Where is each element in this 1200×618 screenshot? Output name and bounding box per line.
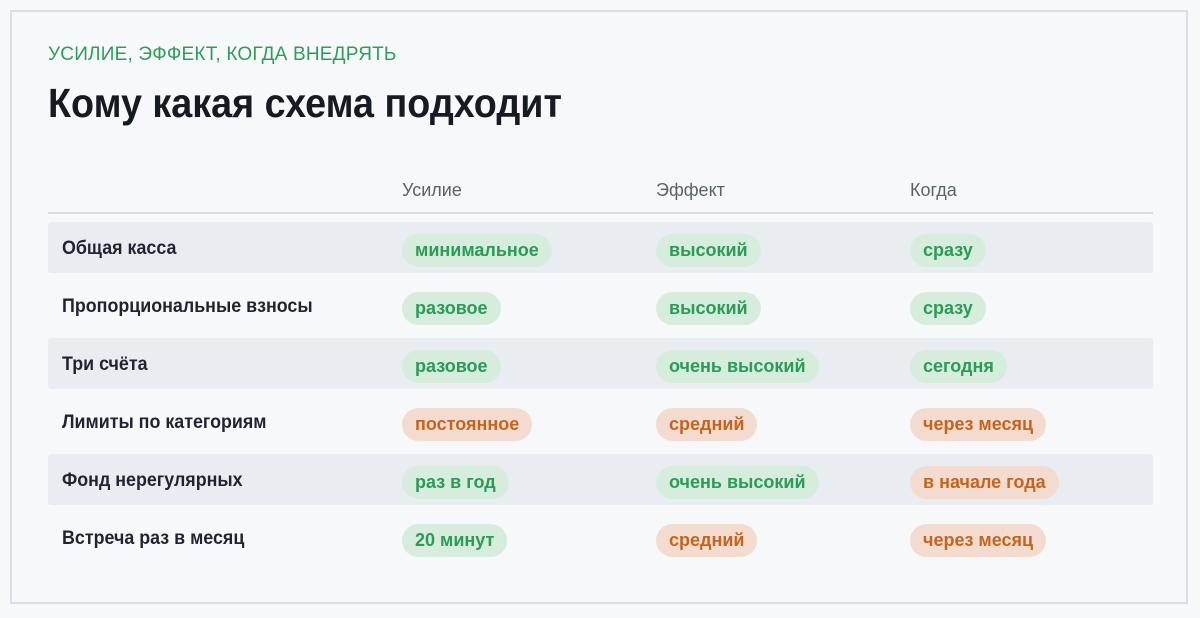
when-badge: через месяц — [910, 524, 1047, 557]
table-row: Лимиты по категориям постоянное средний … — [48, 396, 1153, 447]
table-row: Встреча раз в месяц 20 минут средний чер… — [48, 512, 1153, 563]
effort-badge: постоянное — [402, 408, 533, 441]
when-badge: сегодня — [910, 350, 1007, 383]
effort-badge: разовое — [402, 292, 501, 325]
effort-badge: минимальное — [402, 234, 552, 267]
table-row: Пропорциональные взносы разовое высокий … — [48, 280, 1153, 331]
effect-badge: средний — [656, 408, 758, 441]
row-label: Общая касса — [62, 238, 177, 259]
eyebrow-label: УСИЛИЕ, ЭФФЕКТ, КОГДА ВНЕДРЯТЬ — [48, 44, 397, 65]
page-title: Кому какая схема подходит — [48, 80, 562, 126]
effect-badge: средний — [656, 524, 758, 557]
when-badge: сразу — [910, 234, 986, 267]
effect-badge: высокий — [656, 234, 761, 267]
column-header-when: Когда — [910, 180, 957, 200]
row-label: Три счёта — [62, 354, 148, 375]
row-label: Пропорциональные взносы — [62, 296, 313, 317]
column-header-effect: Эффект — [656, 180, 725, 200]
effort-badge: разовое — [402, 350, 501, 383]
effort-badge: раз в год — [402, 466, 509, 499]
when-badge: через месяц — [910, 408, 1047, 441]
effort-badge: 20 минут — [402, 524, 508, 557]
table-row: Общая касса минимальное высокий сразу — [48, 222, 1153, 273]
table-row: Три счёта разовое очень высокий сегодня — [48, 338, 1153, 389]
effect-badge: очень высокий — [656, 350, 819, 383]
column-header-effort: Усилие — [402, 180, 462, 200]
effect-badge: очень высокий — [656, 466, 819, 499]
row-label: Фонд нерегулярных — [62, 470, 243, 491]
effect-badge: высокий — [656, 292, 761, 325]
table-header: Усилие Эффект Когда — [48, 168, 1153, 214]
when-badge: сразу — [910, 292, 986, 325]
table-body: Общая касса минимальное высокий сразу Пр… — [48, 222, 1153, 570]
row-label: Встреча раз в месяц — [62, 528, 245, 549]
table-row: Фонд нерегулярных раз в год очень высоки… — [48, 454, 1153, 505]
row-label: Лимиты по категориям — [62, 412, 267, 433]
when-badge: в начале года — [910, 466, 1059, 499]
